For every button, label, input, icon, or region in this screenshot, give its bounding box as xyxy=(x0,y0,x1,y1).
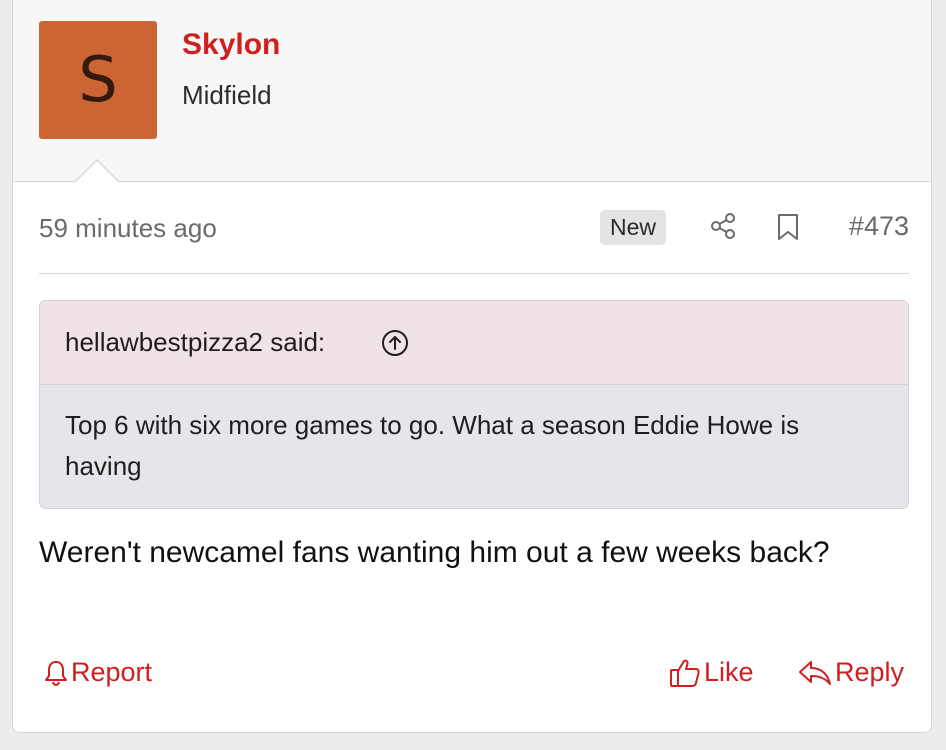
post-number-link[interactable]: #473 xyxy=(849,211,909,242)
post-card: S Skylon Midfield 59 minutes ago New #47… xyxy=(12,0,932,733)
new-badge: New xyxy=(600,210,667,245)
thumbs-up-icon xyxy=(670,659,700,687)
reply-button[interactable]: Reply xyxy=(798,657,904,688)
page: S Skylon Midfield 59 minutes ago New #47… xyxy=(0,0,946,750)
reply-arrow-icon xyxy=(799,660,831,685)
bell-icon xyxy=(45,660,67,686)
report-label: Report xyxy=(71,657,153,687)
user-title: Midfield xyxy=(182,80,272,110)
divider xyxy=(39,273,909,274)
post-timestamp[interactable]: 59 minutes ago xyxy=(39,213,217,244)
report-button[interactable]: Report xyxy=(44,657,152,688)
quote-block: hellawbestpizza2 said: Top 6 with six mo… xyxy=(39,300,909,509)
user-header: S Skylon Midfield xyxy=(13,0,931,182)
username[interactable]: Skylon xyxy=(182,28,280,62)
post-message: Weren't newcamel fans wanting him out a … xyxy=(39,536,830,569)
quote-header[interactable]: hellawbestpizza2 said: xyxy=(40,301,908,385)
like-label: Like xyxy=(704,657,754,687)
like-button[interactable]: Like xyxy=(669,657,754,688)
bookmark-icon[interactable] xyxy=(775,212,801,242)
post-meta: 59 minutes ago New #473 xyxy=(39,205,909,251)
reply-label: Reply xyxy=(835,657,905,687)
arrow-up-circle-icon[interactable] xyxy=(380,328,410,358)
quote-text: Top 6 with six more games to go. What a … xyxy=(40,385,908,508)
share-icon[interactable] xyxy=(708,211,738,241)
header-pointer-fill xyxy=(75,161,119,183)
avatar[interactable]: S xyxy=(39,21,157,139)
quote-author[interactable]: hellawbestpizza2 said: xyxy=(65,327,325,358)
